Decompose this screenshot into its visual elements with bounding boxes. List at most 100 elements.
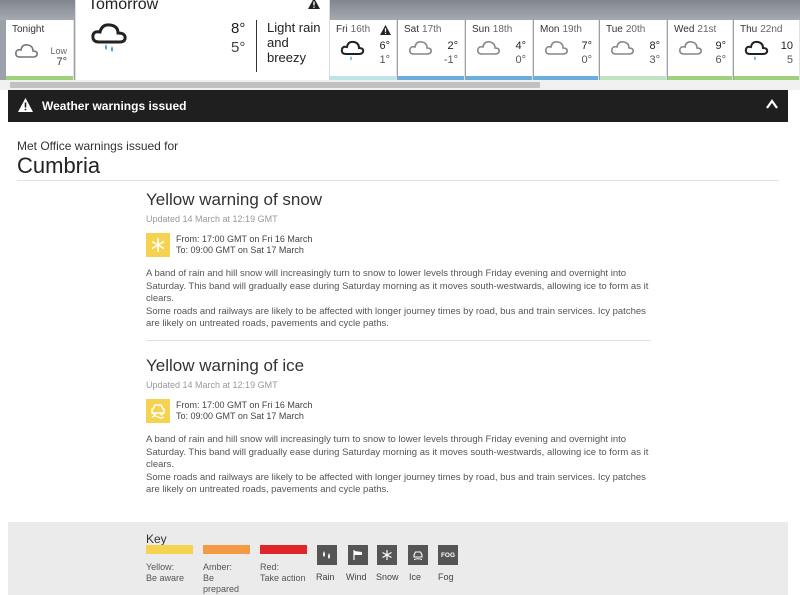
ice-icon — [408, 545, 428, 565]
warning-description: A band of rain and hill snow will increa… — [146, 268, 651, 331]
low-temp: 5 — [786, 54, 793, 66]
warning-from: From: 17:00 GMT on Fri 16 March — [176, 400, 313, 410]
low-temp: 7° — [56, 56, 67, 68]
day-label: Tue — [606, 24, 623, 35]
warning-triangle-icon[interactable] — [308, 0, 320, 9]
date-label: 22nd — [760, 24, 783, 35]
day-name: Tue 20th — [606, 24, 645, 35]
divider — [256, 20, 257, 72]
fog-icon: FOG — [438, 545, 458, 565]
yellow-legend: Yellow: Be aware — [146, 562, 184, 584]
divider — [146, 340, 651, 341]
high-temp: 9° — [715, 40, 726, 52]
wind-icon — [348, 545, 368, 565]
warnings-title: Weather warnings issued — [42, 99, 187, 113]
forecast-day-thu[interactable]: Thu 22nd 10 5 — [734, 20, 800, 80]
low-label: Low — [50, 46, 67, 56]
warning-snow: Yellow warning of snow Updated 14 March … — [146, 190, 651, 341]
rain-cloud-icon — [744, 40, 769, 61]
day-name: Thu 22nd — [740, 24, 782, 35]
ice-car-icon — [146, 399, 170, 423]
level-meaning: Be aware — [146, 573, 185, 583]
low-temp: 5° — [231, 39, 246, 56]
forecast-day-tue[interactable]: Tue 20th 8° 3° — [600, 20, 667, 80]
low-temp: -1° — [443, 54, 458, 66]
level-name: Yellow: — [146, 562, 175, 572]
key-label: Key — [146, 532, 167, 546]
chevron-up-icon[interactable] — [766, 99, 778, 109]
low-temp: 6° — [715, 54, 726, 66]
snow-label: Snow — [376, 572, 399, 582]
warning-ice: Yellow warning of ice Updated 14 March a… — [146, 356, 651, 495]
warning-to: To: 09:00 GMT on Sat 17 March — [176, 411, 304, 421]
level-name: Amber: — [203, 562, 233, 572]
day-name: Sat 17th — [404, 24, 441, 35]
forecast-day-sat[interactable]: Sat 17th 2° -1° — [398, 20, 465, 80]
description-paragraph: A band of rain and hill snow will increa… — [146, 268, 649, 304]
cloud-icon — [679, 41, 702, 55]
cloud-icon — [409, 41, 432, 55]
day-name: Fri 16th — [336, 24, 370, 35]
day-label: Fri — [336, 24, 348, 35]
forecast-day-fri[interactable]: Fri 16th 6° 1° — [330, 20, 397, 80]
ice-label: Ice — [409, 572, 422, 582]
yellow-swatch — [146, 545, 193, 554]
date-label: 20th — [625, 24, 646, 35]
date-label: 18th — [492, 24, 513, 35]
high-temp: 8° — [649, 40, 660, 52]
high-temp: 10 — [780, 40, 793, 52]
weather-warnings-header[interactable]: Weather warnings issued — [8, 90, 788, 122]
issued-for-label: Met Office warnings issued for — [17, 139, 179, 153]
forecast-day-mon[interactable]: Mon 19th 7° 0° — [534, 20, 599, 80]
divider — [17, 180, 779, 181]
warning-updated: Updated 14 March at 12:19 GMT — [146, 380, 278, 390]
forecast-tonight[interactable]: Tonight Low 7° — [6, 20, 74, 80]
day-name: Tonight — [12, 24, 45, 35]
level-name: Red: — [260, 562, 280, 572]
warning-title: Yellow warning of ice — [146, 356, 305, 375]
warning-to: To: 09:00 GMT on Sat 17 March — [176, 245, 304, 255]
snowflake-icon — [146, 233, 170, 257]
weather-description: Light rain and breezy — [267, 20, 321, 65]
warning-description: A band of rain and hill snow will increa… — [146, 434, 651, 497]
scrollbar-thumb[interactable] — [10, 82, 540, 88]
wind-label: Wind — [346, 572, 367, 582]
warnings-key: Key Yellow: Be aware Amber: Be prepared … — [8, 522, 788, 595]
day-label: Wed — [674, 24, 695, 35]
warning-title: Yellow warning of snow — [146, 190, 323, 209]
snow-icon — [377, 545, 397, 565]
date-label: 21st — [697, 24, 717, 35]
warning-triangle-icon — [18, 98, 33, 112]
day-label: Mon — [540, 24, 560, 35]
low-temp: 1° — [379, 54, 390, 66]
warning-updated: Updated 14 March at 12:19 GMT — [146, 214, 278, 224]
date-label: 16th — [350, 24, 371, 35]
low-temp: 0° — [581, 54, 592, 66]
red-swatch — [260, 545, 307, 554]
day-label: Sat — [404, 24, 420, 35]
cloud-icon — [15, 44, 38, 58]
description-paragraph: A band of rain and hill snow will increa… — [146, 434, 649, 470]
high-temp: 7° — [581, 40, 592, 52]
day-label: Sun — [472, 24, 490, 35]
low-temp: 3° — [649, 54, 660, 66]
cloud-icon — [545, 41, 568, 55]
low-temp: 0° — [515, 54, 526, 66]
rain-icon — [317, 545, 337, 565]
date-label: 17th — [422, 24, 442, 35]
day-name: Sun 18th — [472, 24, 512, 35]
warning-from: From: 17:00 GMT on Fri 16 March — [176, 234, 313, 244]
amber-swatch — [203, 545, 250, 554]
forecast-day-wed[interactable]: Wed 21st 9° 6° — [668, 20, 733, 80]
level-meaning: Be prepared — [203, 573, 240, 594]
forecast-tomorrow[interactable]: Tomorrow 8° 5° Light rain and breezy — [75, 0, 330, 80]
level-meaning: Take action — [260, 573, 306, 583]
description-paragraph: Some roads and railways are likely to be… — [146, 305, 646, 330]
day-name: Mon 19th — [540, 24, 582, 35]
red-legend: Red: Take action — [260, 562, 306, 584]
forecast-day-sun[interactable]: Sun 18th 4° 0° — [466, 20, 533, 80]
description-paragraph: Some roads and railways are likely to be… — [146, 471, 646, 496]
cloud-icon — [611, 41, 634, 55]
cloud-icon — [477, 41, 500, 55]
warning-triangle-icon[interactable] — [380, 25, 391, 35]
